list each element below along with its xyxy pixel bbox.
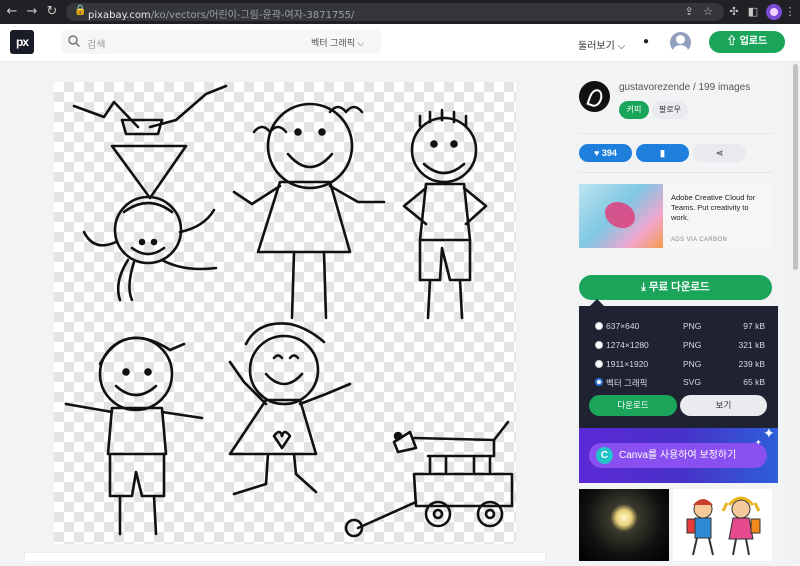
address-bar[interactable]: 🔒 pixabay.com/ko/vectors/어린이-그림-윤곽-여자-38… bbox=[66, 3, 724, 21]
bookmark-star-icon[interactable]: ☆ bbox=[700, 3, 716, 21]
divider bbox=[579, 172, 772, 173]
share-button[interactable]: ⋖ bbox=[693, 144, 746, 162]
radio-button[interactable] bbox=[595, 322, 603, 330]
related-image-kids[interactable] bbox=[673, 489, 772, 561]
canva-edit-button[interactable]: Canva를 사용하여 보정하기 bbox=[589, 443, 767, 468]
upload-button[interactable]: ⇧ 업로드 bbox=[709, 31, 785, 53]
browser-toolbar: ← → ↻ 🔒 pixabay.com/ko/vectors/어린이-그림-윤곽… bbox=[0, 0, 800, 24]
extensions-icon[interactable]: ✣ bbox=[726, 3, 742, 21]
side-panel-icon[interactable]: ◧ bbox=[745, 3, 761, 21]
figure-boy-with-cap bbox=[64, 336, 204, 536]
free-download-button[interactable]: ⤓ 무료 다운로드 bbox=[579, 275, 772, 300]
search-bar[interactable]: 검색 벡터 그래픽 ⌵ bbox=[61, 30, 381, 54]
author-avatar[interactable] bbox=[579, 81, 610, 112]
author-name[interactable]: gustavorezende / 199 images bbox=[619, 82, 750, 93]
figure-upside-down-girl bbox=[72, 84, 228, 302]
save-button[interactable]: ▮ bbox=[636, 144, 689, 162]
image-footer-bar bbox=[24, 552, 546, 561]
heart-icon: ♥ bbox=[594, 148, 600, 158]
share-icon: ⋖ bbox=[715, 148, 724, 158]
chevron-down-icon: ⌵ bbox=[357, 38, 365, 48]
figure-dog-and-wagon bbox=[344, 420, 514, 538]
browse-menu[interactable]: 둘러보기 ⌵ bbox=[578, 37, 625, 52]
ad-text: Adobe Creative Cloud for Teams. Put crea… bbox=[671, 193, 756, 222]
forward-icon[interactable]: → bbox=[24, 3, 40, 21]
radio-button-selected[interactable] bbox=[595, 378, 603, 386]
coffee-button[interactable]: 커피 bbox=[619, 101, 649, 119]
pixabay-logo[interactable]: px bbox=[10, 30, 34, 54]
download-option-637[interactable]: 637×640 PNG 97 kB bbox=[595, 318, 765, 334]
download-option-vector[interactable]: 벡터 그래픽 SVG 65 kB bbox=[595, 374, 765, 390]
search-type-dropdown[interactable]: 벡터 그래픽 ⌵ bbox=[311, 36, 364, 49]
search-input[interactable]: 검색 bbox=[87, 36, 105, 51]
user-avatar[interactable] bbox=[670, 32, 691, 53]
canva-logo-icon: C bbox=[596, 447, 613, 464]
browser-menu-icon[interactable]: ⋮ bbox=[782, 3, 798, 21]
radio-button[interactable] bbox=[595, 341, 603, 349]
divider bbox=[579, 133, 772, 134]
search-icon bbox=[68, 35, 81, 48]
reload-icon[interactable]: ↻ bbox=[44, 3, 60, 21]
figure-dancing-girl bbox=[228, 322, 352, 496]
bookmark-icon: ▮ bbox=[660, 148, 665, 158]
scrollbar-thumb[interactable] bbox=[793, 64, 798, 270]
sparkle-icon: ✦ bbox=[763, 426, 775, 442]
download-option-1911[interactable]: 1911×1920 PNG 239 kB bbox=[595, 356, 765, 372]
kids-cartoon-thumbnail bbox=[686, 496, 761, 556]
back-icon[interactable]: ← bbox=[4, 3, 20, 21]
view-button[interactable]: 보기 bbox=[680, 395, 767, 416]
url-text: pixabay.com/ko/vectors/어린이-그림-윤곽-여자-3871… bbox=[88, 10, 355, 21]
like-button[interactable]: ♥ 394 bbox=[579, 144, 632, 162]
browser-profile-avatar[interactable] bbox=[766, 4, 782, 20]
related-image-moon[interactable] bbox=[579, 489, 669, 561]
page-scrollbar[interactable] bbox=[791, 62, 800, 561]
download-icon: ⤓ bbox=[641, 281, 646, 293]
chevron-down-icon: ⌵ bbox=[617, 41, 626, 52]
canva-banner: Canva를 사용하여 보정하기 C ✦ ✦ bbox=[579, 426, 778, 483]
lock-icon: 🔒 bbox=[74, 5, 87, 16]
download-options-panel: 637×640 PNG 97 kB 1274×1280 PNG 321 kB 1… bbox=[579, 306, 778, 428]
main-image[interactable] bbox=[54, 82, 516, 544]
ad-via-label: ADS VIA CARBON bbox=[671, 237, 728, 243]
notification-bell-icon[interactable]: ● bbox=[643, 36, 649, 47]
radio-button[interactable] bbox=[595, 360, 603, 368]
site-header: px 검색 벡터 그래픽 ⌵ 둘러보기 ⌵ ● ⇧ 업로드 bbox=[0, 24, 800, 62]
download-confirm-button[interactable]: 다운로드 bbox=[589, 395, 677, 416]
follow-button[interactable]: 팔로우 bbox=[652, 101, 688, 119]
ad-image bbox=[579, 184, 663, 248]
stick-figure-kids-illustration bbox=[64, 84, 514, 538]
share-page-icon[interactable]: ⇪ bbox=[681, 3, 697, 21]
figure-curly-hair-girl bbox=[232, 102, 386, 320]
figure-boy-shorts bbox=[402, 108, 488, 320]
upload-icon: ⇧ bbox=[726, 36, 737, 47]
sparkle-icon: ✦ bbox=[755, 438, 762, 447]
carbon-ad[interactable]: Adobe Creative Cloud for Teams. Put crea… bbox=[579, 184, 772, 248]
download-option-1274[interactable]: 1274×1280 PNG 321 kB bbox=[595, 337, 765, 353]
